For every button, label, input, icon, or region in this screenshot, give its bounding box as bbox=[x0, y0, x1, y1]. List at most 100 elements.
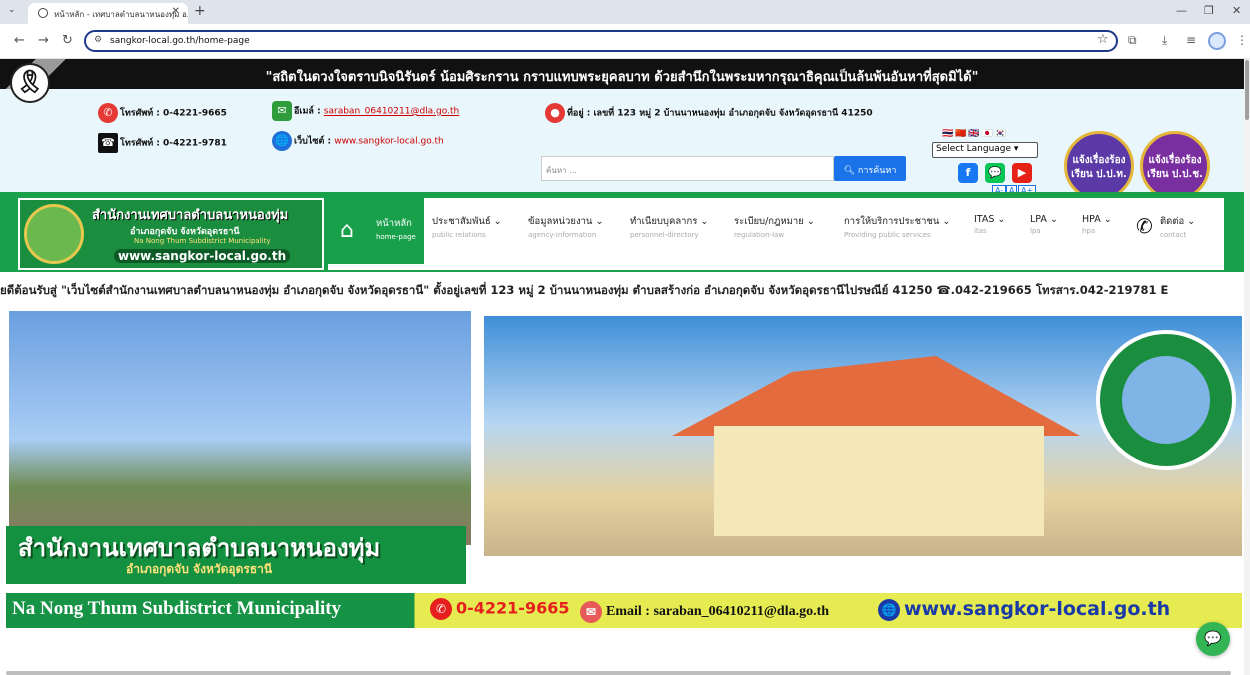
scrollbar-thumb[interactable] bbox=[1245, 60, 1249, 120]
tab-list-icon[interactable]: ⌄ bbox=[8, 5, 16, 15]
download-icon[interactable]: ⤓ bbox=[1162, 33, 1167, 48]
back-icon[interactable]: ← bbox=[14, 33, 25, 48]
phone1-item: ✆ โทรศัพท์ : 0-4221-9665 bbox=[98, 103, 227, 123]
emblem1-text: แจ้งเรื่องร้องเรียน ป.ป.ท. bbox=[1071, 155, 1127, 180]
nav-label: LPA ⌄ bbox=[1030, 214, 1058, 225]
youtube-icon[interactable]: ▶ bbox=[1012, 163, 1032, 183]
nav-sub: home-page bbox=[376, 233, 416, 241]
nav-agency-info[interactable]: ข้อมูลหน่วยงาน ⌄ agency-information bbox=[528, 214, 603, 239]
globe-icon: 🌐 bbox=[272, 131, 292, 151]
facebook-icon[interactable]: f bbox=[958, 163, 978, 183]
mourning-text: "สถิตในดวงใจตราบนิจนิรันดร์ น้อมศิระกราน… bbox=[265, 70, 979, 85]
nav-public-relations[interactable]: ประชาสัมพันธ์ ⌄ public relations bbox=[432, 214, 502, 239]
language-flags[interactable]: 🇹🇭🇨🇳🇬🇧🇯🇵🇰🇷 bbox=[942, 129, 1008, 139]
nav-sub: personnel-directory bbox=[630, 231, 699, 239]
hero-banner: สำนักงานเทศบาลตำบลนาหนองทุ่ม อำเภอกุดจับ… bbox=[6, 308, 1242, 628]
minimize-icon[interactable]: — bbox=[1176, 4, 1187, 17]
phone1-text: โทรศัพท์ : 0-4221-9665 bbox=[120, 108, 227, 119]
horizontal-scrollbar[interactable] bbox=[6, 671, 1231, 675]
building-roof bbox=[672, 356, 1080, 436]
url-text: sangkor-local.go.th/home-page bbox=[110, 36, 250, 46]
complaint-pptt-emblem[interactable]: แจ้งเรื่องร้องเรียน ป.ป.ท. bbox=[1064, 131, 1134, 201]
profile-avatar[interactable] bbox=[1208, 32, 1226, 50]
web-link[interactable]: www.sangkor-local.go.th bbox=[334, 137, 444, 147]
language-select-value: Select Language bbox=[936, 144, 1012, 154]
globe-icon bbox=[38, 8, 48, 18]
line-icon[interactable]: 💬 bbox=[985, 163, 1005, 183]
phone2-text: โทรศัพท์ : 0-4221-9781 bbox=[120, 138, 227, 149]
office-photo-left bbox=[6, 308, 474, 548]
main-navigation: สำนักงานเทศบาลตำบลนาหนองทุ่ม อำเภอกุดจับ… bbox=[0, 192, 1244, 272]
language-select[interactable]: Select Language ▾ bbox=[932, 142, 1038, 158]
close-window-icon[interactable]: ✕ bbox=[1232, 4, 1241, 17]
browser-tab[interactable]: หน้าหลัก - เทศบาลตำบลนาหนองทุ่ม อ.กุดจับ… bbox=[28, 3, 188, 24]
nav-label: ติดต่อ ⌄ bbox=[1160, 216, 1196, 227]
logo-subtitle: อำเภอกุดจับ จังหวัดอุดรธานี bbox=[130, 227, 240, 237]
contact-header: ✆ โทรศัพท์ : 0-4221-9665 ☎ โทรศัพท์ : 0-42… bbox=[0, 89, 1244, 201]
web-page: "สถิตในดวงใจตราบนิจนิรันดร์ น้อมศิระกราน… bbox=[0, 59, 1244, 675]
restore-icon[interactable]: ❐ bbox=[1204, 4, 1214, 17]
email-link[interactable]: saraban_06410211@dla.go.th bbox=[324, 107, 459, 117]
address-bar-row: ← → ↻ ⚙ sangkor-local.go.th/home-page ☆ … bbox=[0, 24, 1250, 59]
nav-sub: hpa bbox=[1082, 227, 1096, 235]
globe-icon: 🌐 bbox=[878, 598, 900, 621]
nav-sub: public relations bbox=[432, 231, 486, 239]
bookmark-star-icon[interactable]: ☆ bbox=[1097, 32, 1109, 47]
nav-menu: ⌂ หน้าหลัก home-page ประชาสัมพันธ์ ⌄ pub… bbox=[328, 198, 1224, 270]
building-wall bbox=[714, 426, 1044, 536]
nav-label: ข้อมูลหน่วยงาน ⌄ bbox=[528, 216, 604, 227]
nav-hpa[interactable]: HPA ⌄ hpa bbox=[1082, 214, 1112, 235]
close-tab-icon[interactable]: ✕ bbox=[172, 6, 180, 17]
nav-contact[interactable]: ✆ ติดต่อ ⌄ contact bbox=[1136, 214, 1195, 239]
nav-regulation[interactable]: ระเบียบ/กฎหมาย ⌄ regulation-law bbox=[734, 214, 815, 239]
logo-title: สำนักงานเทศบาลตำบลนาหนองทุ่ม bbox=[92, 208, 289, 223]
site-info-icon[interactable]: ⚙ bbox=[94, 35, 102, 45]
chat-widget-icon[interactable]: 💬 bbox=[1196, 622, 1230, 656]
url-field[interactable]: ⚙ sangkor-local.go.th/home-page bbox=[84, 30, 1118, 52]
nav-lpa[interactable]: LPA ⌄ lpa bbox=[1030, 214, 1058, 235]
extensions-icon[interactable]: ⧉ bbox=[1128, 33, 1137, 48]
address-item: ● ที่อยู่ : เลขที่ 123 หมู่ 2 บ้านนาหนองท… bbox=[545, 103, 873, 123]
nav-sub: Providing public services bbox=[844, 231, 931, 239]
complaint-ppch-emblem[interactable]: แจ้งเรื่องร้องเรียน ป.ป.ช. bbox=[1140, 131, 1210, 201]
search-button[interactable]: 🔍︎ การค้นหา bbox=[834, 156, 906, 181]
tab-title: หน้าหลัก - เทศบาลตำบลนาหนองทุ่ม อ.กุดจับ bbox=[54, 10, 188, 19]
banner-phone: ✆ 0-4221-9665 bbox=[430, 598, 569, 620]
nav-label: HPA ⌄ bbox=[1082, 214, 1112, 225]
nav-label: ทำเนียบบุคลากร ⌄ bbox=[630, 216, 709, 227]
search-input[interactable]: ค้นหา ... bbox=[541, 156, 834, 181]
nav-home[interactable]: ⌂ หน้าหลัก home-page bbox=[328, 198, 424, 264]
location-pin-icon: ● bbox=[545, 103, 565, 123]
logo-english: Na Nong Thum Subdistrict Municipality bbox=[134, 237, 271, 245]
vertical-scrollbar[interactable] bbox=[1244, 59, 1250, 675]
nav-label: การให้บริการประชาชน ⌄ bbox=[844, 216, 951, 227]
site-logo[interactable]: สำนักงานเทศบาลตำบลนาหนองทุ่ม อำเภอกุดจับ… bbox=[18, 198, 324, 270]
office-photo-right bbox=[484, 316, 1242, 556]
phone-icon: ✆ bbox=[1136, 214, 1153, 238]
browser-tab-bar: ⌄ หน้าหลัก - เทศบาลตำบลนาหนองทุ่ม อ.กุดจ… bbox=[0, 0, 1250, 24]
forward-icon[interactable]: → bbox=[38, 33, 49, 48]
nav-personnel[interactable]: ทำเนียบบุคลากร ⌄ personnel-directory bbox=[630, 214, 708, 239]
website-item: 🌐 เว็บไซต์ : www.sangkor-local.go.th bbox=[272, 131, 444, 151]
search-button-label: การค้นหา bbox=[857, 166, 897, 176]
nav-sub: itas bbox=[974, 227, 987, 235]
municipality-seal bbox=[24, 204, 84, 264]
nav-sub: regulation-law bbox=[734, 231, 785, 239]
nav-public-services[interactable]: การให้บริการประชาชน ⌄ Providing public s… bbox=[844, 214, 950, 239]
nav-itas[interactable]: ITAS ⌄ itas bbox=[974, 214, 1005, 235]
email-icon: ✉ bbox=[272, 101, 292, 121]
banner-email: ✉ Email : saraban_06410211@dla.go.th bbox=[580, 598, 829, 623]
reading-list-icon[interactable]: ≡ bbox=[1186, 33, 1196, 47]
banner-subtitle: อำเภอกุดจับ จังหวัดอุดรธานี bbox=[126, 562, 273, 576]
black-ribbon-icon: 🎗 bbox=[10, 63, 50, 103]
search-icon: 🔍︎ bbox=[843, 166, 856, 176]
new-tab-button[interactable]: + bbox=[194, 3, 206, 19]
nav-label: ITAS ⌄ bbox=[974, 214, 1006, 225]
email-label: อีเมล์ : bbox=[294, 106, 324, 117]
reload-icon[interactable]: ↻ bbox=[62, 33, 73, 48]
menu-dots-icon[interactable]: ⋮ bbox=[1236, 33, 1248, 47]
emblem2-text: แจ้งเรื่องร้องเรียน ป.ป.ช. bbox=[1147, 155, 1203, 180]
email-icon: ✉ bbox=[580, 601, 602, 623]
logo-web: www.sangkor-local.go.th bbox=[114, 249, 291, 263]
home-icon: ⌂ bbox=[340, 218, 354, 243]
